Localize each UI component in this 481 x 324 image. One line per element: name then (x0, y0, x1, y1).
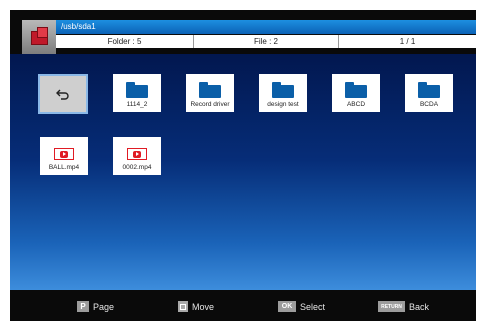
back-tile[interactable] (38, 74, 88, 114)
usb-source-icon (22, 20, 56, 55)
folder-icon (345, 81, 367, 98)
media-browser-screen: /usb/sda1 Folder : 5 File : 2 1 / 1 1114… (10, 10, 476, 321)
move-arrows-icon (178, 301, 188, 312)
footer-hints: P Page Move OK Select RETURN Back (10, 291, 476, 321)
video-file-icon (127, 148, 147, 160)
ok-key: OK (278, 301, 296, 312)
path-bar: /usb/sda1 (56, 20, 476, 34)
select-hint[interactable]: OK Select (278, 301, 325, 312)
folder-tile[interactable]: BCDA (405, 74, 453, 112)
folder-count: Folder : 5 (56, 35, 194, 48)
folder-label: design test (267, 101, 299, 108)
return-key: RETURN (378, 301, 405, 312)
page-indicator: 1 / 1 (399, 37, 416, 46)
page-hint-label: Page (93, 301, 115, 312)
video-file-label: 0002.mp4 (122, 164, 152, 171)
page-key: P (77, 301, 89, 312)
video-file-icon (54, 148, 74, 160)
back-arrow-icon (55, 87, 71, 101)
folder-icon (199, 81, 221, 98)
move-hint[interactable]: Move (178, 301, 214, 312)
folder-icon (272, 81, 294, 98)
file-count: File : 2 (194, 35, 339, 48)
header: /usb/sda1 Folder : 5 File : 2 1 / 1 (22, 20, 476, 55)
folder-tile[interactable]: ABCD (332, 74, 380, 112)
move-hint-label: Move (192, 301, 215, 312)
folder-icon (418, 81, 440, 98)
back-hint[interactable]: RETURN Back (378, 301, 429, 312)
info-bar: Folder : 5 File : 2 1 / 1 (56, 35, 476, 48)
select-hint-label: Select (300, 301, 326, 312)
page-hint[interactable]: P Page (77, 301, 114, 312)
video-file-label: BALL.mp4 (48, 164, 80, 171)
folder-label: BCDA (419, 101, 439, 108)
folder-tile[interactable]: design test (259, 74, 307, 112)
folder-label: ABCD (346, 101, 366, 108)
back-hint-label: Back (409, 301, 430, 312)
folder-icon (126, 81, 148, 98)
video-file-tile[interactable]: 0002.mp4 (113, 137, 161, 175)
video-file-tile[interactable]: BALL.mp4 (40, 137, 88, 175)
folder-tile[interactable]: Record driver (186, 74, 234, 112)
file-grid: 1114_2 Record driver design test ABCD BC… (10, 54, 476, 290)
folder-label: 1114_2 (126, 101, 148, 108)
folder-tile[interactable]: 1114_2 (113, 74, 161, 112)
folder-label: Record driver (190, 101, 230, 108)
